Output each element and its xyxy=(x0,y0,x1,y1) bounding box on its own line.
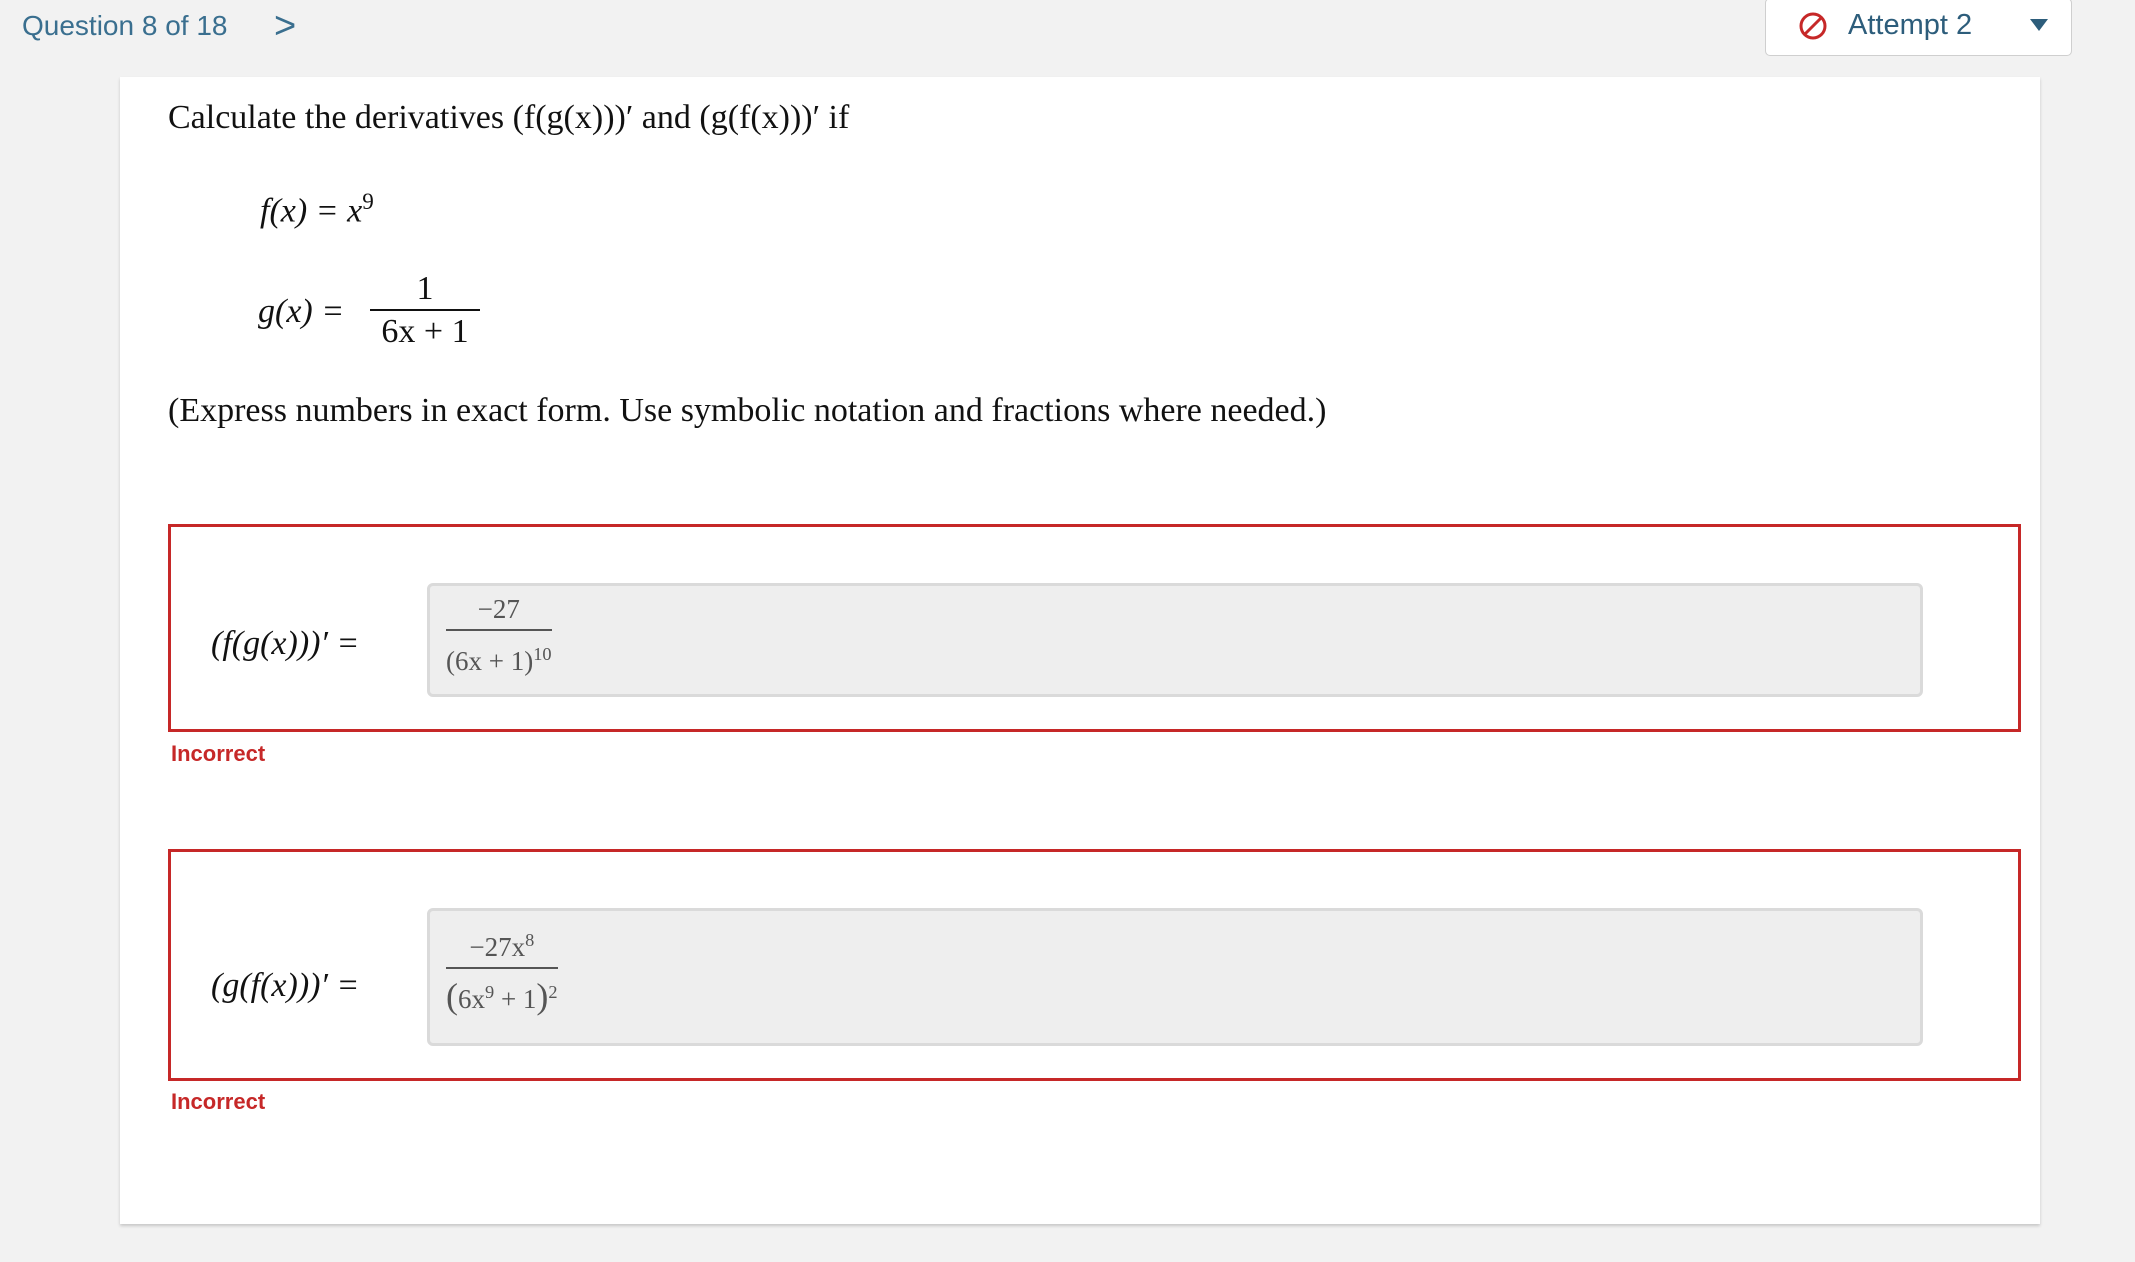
answer-1-numerator: −27 xyxy=(477,594,520,624)
g-definition-lhs: g(x) = xyxy=(258,293,345,330)
answer-1-fraction: −27 (6x + 1)10 xyxy=(446,592,552,681)
fraction-bar xyxy=(370,309,480,311)
answer-2-denominator: (6x9 + 1)2 xyxy=(446,976,558,1016)
f-definition: f(x) = x9 xyxy=(260,189,374,230)
answer-box-1: (f(g(x)))′ = −27 (6x + 1)10 xyxy=(168,524,2021,732)
question-counter[interactable]: Question 8 of 18 xyxy=(22,10,227,42)
g-denominator: 6x + 1 xyxy=(381,313,469,350)
attempt-label: Attempt 2 xyxy=(1848,9,1973,41)
answer-1-input[interactable]: −27 (6x + 1)10 xyxy=(427,583,1923,697)
g-numerator: 1 xyxy=(416,270,434,307)
top-bar: Question 8 of 18 > Attempt 2 xyxy=(0,0,2135,60)
g-definition-fraction: 1 6x + 1 xyxy=(370,271,480,351)
answer-box-2: (g(f(x)))′ = −27x8 (6x9 + 1)2 xyxy=(168,849,2021,1081)
fraction-bar xyxy=(446,967,558,969)
question-card: Calculate the derivatives (f(g(x)))′ and… xyxy=(120,77,2040,1224)
fraction-bar xyxy=(446,629,552,631)
caret-down-icon xyxy=(2030,19,2048,31)
instructions: (Express numbers in exact form. Use symb… xyxy=(168,392,1327,429)
answer-1-label: (f(g(x)))′ = xyxy=(211,625,360,662)
ban-icon xyxy=(1799,12,1827,40)
attempt-dropdown[interactable]: Attempt 2 xyxy=(1765,0,2072,56)
answer-2-input[interactable]: −27x8 (6x9 + 1)2 xyxy=(427,908,1923,1046)
answer-1-denominator: (6x + 1)10 xyxy=(446,644,552,676)
answer-2-label: (g(f(x)))′ = xyxy=(211,967,360,1004)
answer-2-numerator: −27x8 xyxy=(469,930,535,962)
question-prompt: Calculate the derivatives (f(g(x)))′ and… xyxy=(168,99,850,136)
next-question-chevron-right-icon[interactable]: > xyxy=(274,4,296,48)
answer-1-status: Incorrect xyxy=(171,741,266,766)
answer-2-status: Incorrect xyxy=(171,1089,266,1114)
answer-2-fraction: −27x8 (6x9 + 1)2 xyxy=(446,923,558,1019)
